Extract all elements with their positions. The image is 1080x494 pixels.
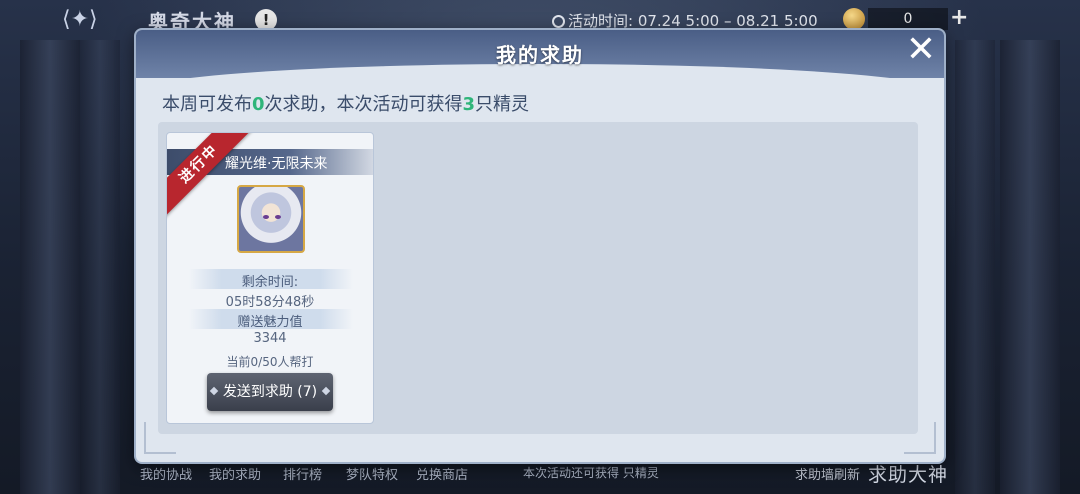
close-icon[interactable]: ✕ xyxy=(904,32,938,68)
pillar-decoration xyxy=(20,40,80,494)
spirit-count: 3 xyxy=(462,94,476,115)
dialog-title: 我的求助 xyxy=(496,43,584,67)
subtitle-pre: 本周可发布 xyxy=(162,94,252,115)
bottom-tabs: 我的协战 我的求助 排行榜 梦队特权 兑换商店 本次活动还可获得 只精灵 求助墙… xyxy=(0,458,1080,494)
subtitle-post: 只精灵 xyxy=(475,94,530,115)
activity-time-text: 活动时间: 07.24 5:00 – 08.21 5:00 xyxy=(568,12,818,30)
corner-ornament xyxy=(144,422,176,454)
avatar-eye xyxy=(263,215,269,219)
activity-time: 活动时间: 07.24 5:00 – 08.21 5:00 xyxy=(552,10,818,31)
pillar-decoration xyxy=(955,40,995,494)
send-help-button[interactable]: 发送到求助 (7) xyxy=(207,373,333,411)
avatar-eye xyxy=(275,215,281,219)
pillar-decoration xyxy=(1000,40,1060,494)
info-icon[interactable]: ! xyxy=(255,9,277,31)
corner-ornament xyxy=(904,422,936,454)
pillar-decoration xyxy=(80,40,120,494)
charm-label: 赠送魅力值 xyxy=(237,315,303,330)
currency-count: 0 xyxy=(868,8,948,30)
tab-my-assist[interactable]: 我的协战 xyxy=(140,464,192,483)
weekly-help-info: 本周可发布0次求助，本次活动可获得3只精灵 xyxy=(162,90,529,116)
refresh-wall-button[interactable]: 求助墙刷新 xyxy=(795,464,860,483)
tab-team-privilege[interactable]: 梦队特权 xyxy=(346,464,398,483)
back-logo-icon[interactable]: ⟨✦⟩ xyxy=(62,6,108,34)
tab-exchange-shop[interactable]: 兑换商店 xyxy=(416,464,468,483)
clock-icon xyxy=(552,15,565,28)
help-god-title: 求助大神 xyxy=(868,464,949,486)
tab-leaderboard[interactable]: 排行榜 xyxy=(283,464,322,483)
spirit-name: 耀光维·无限未来 xyxy=(225,156,328,172)
remaining-time-label: 剩余时间: xyxy=(241,275,299,290)
spirit-avatar[interactable] xyxy=(237,185,305,253)
bottom-note: 本次活动还可获得 只精灵 xyxy=(523,466,659,480)
helpers-count: 当前0/50人帮打 xyxy=(226,355,314,369)
add-currency-button[interactable]: + xyxy=(950,6,968,30)
help-request-card: 耀光维·无限未来 进行中 剩余时间: 05时58分48秒 赠送魅力值 3344 … xyxy=(166,132,374,424)
charm-value: 3344 xyxy=(253,331,287,346)
tab-my-help[interactable]: 我的求助 xyxy=(209,464,261,483)
subtitle-mid: 次求助，本次活动可获得 xyxy=(264,94,463,115)
remaining-time-value: 05时58分48秒 xyxy=(225,295,315,310)
help-count: 0 xyxy=(252,94,265,115)
coin-icon xyxy=(843,8,865,30)
my-help-dialog: 我的求助 ✕ 本周可发布0次求助，本次活动可获得3只精灵 耀光维·无限未来 进行… xyxy=(136,30,944,462)
